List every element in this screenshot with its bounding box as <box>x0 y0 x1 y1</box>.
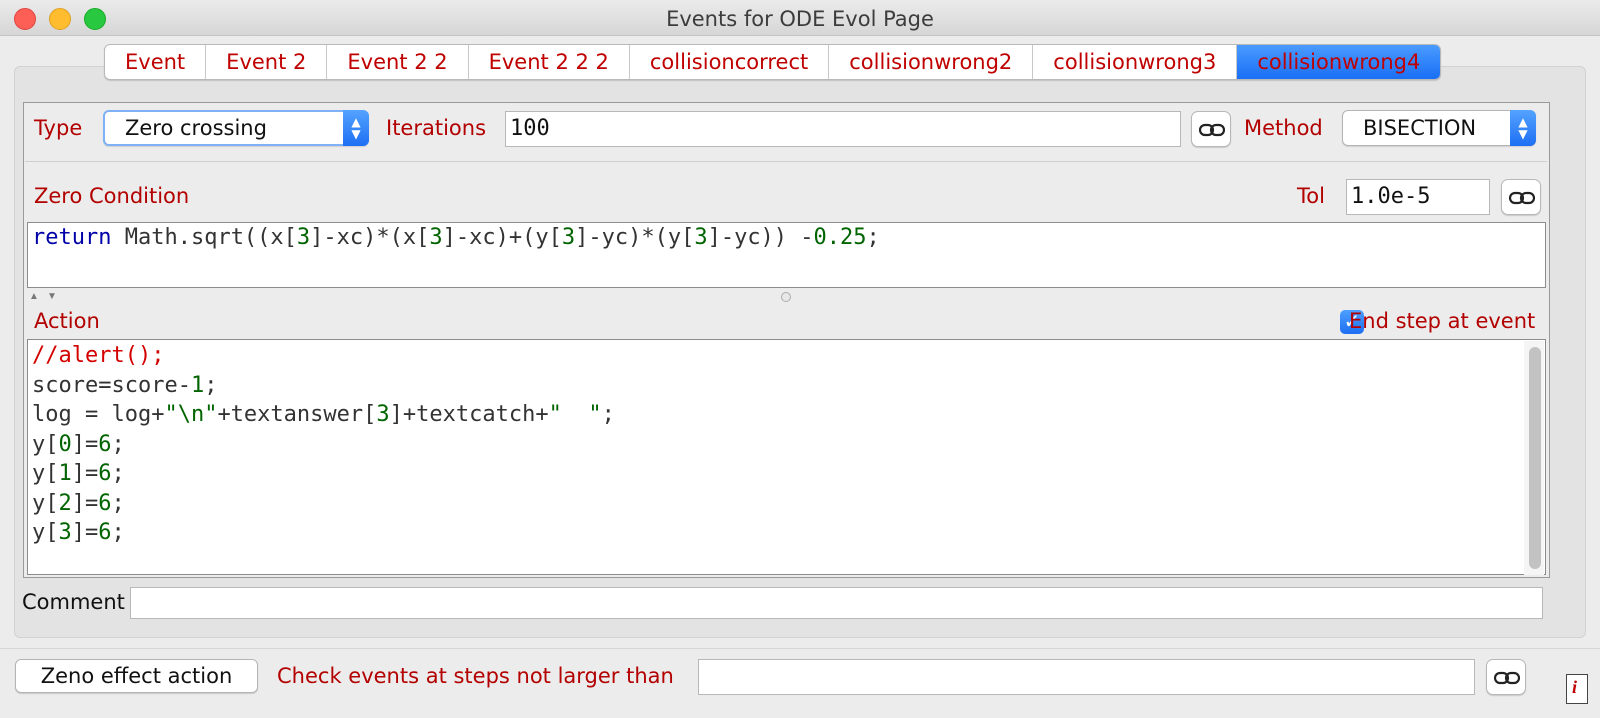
collapse-up-icon[interactable]: ▲ <box>29 291 39 302</box>
comment-input[interactable] <box>130 587 1543 619</box>
tab-collisioncorrect[interactable]: collisioncorrect <box>630 45 830 79</box>
code-line: y[2]=6; <box>32 490 125 516</box>
tab-event[interactable]: Event <box>105 45 207 79</box>
updown-chevron-icon: ▲ ▼ <box>343 110 369 146</box>
tab-collisionwrong3[interactable]: collisionwrong3 <box>1033 45 1238 79</box>
code-line: log = log+"\n"+textanswer[3]+textcatch+"… <box>32 402 615 427</box>
updown-chevron-icon: ▲ ▼ <box>1510 110 1536 146</box>
event-tabs: Event Event 2 Event 2 2 Event 2 2 2 coll… <box>104 44 1442 80</box>
code-line: //alert(); <box>32 343 165 368</box>
tab-collisionwrong4[interactable]: collisionwrong4 <box>1237 45 1441 79</box>
type-label: Type <box>34 116 83 140</box>
iterations-label: Iterations <box>386 116 487 140</box>
iterations-input[interactable]: 100 <box>505 111 1181 147</box>
code-line: return Math.sqrt((x[3]-xc)*(x[3]-xc)+(y[… <box>32 225 880 250</box>
code-lines: //alert(); score=score-1; log = log+"\n"+t… <box>28 341 1545 548</box>
tol-label: Tol <box>1297 184 1325 208</box>
code-line: score=score-1; <box>32 372 218 398</box>
window-title: Events for ODE Evol Page <box>666 7 934 31</box>
method-select-value: BISECTION <box>1363 116 1477 140</box>
tab-collisionwrong2[interactable]: collisionwrong2 <box>829 45 1034 79</box>
zero-condition-editor[interactable]: return Math.sqrt((x[3]-xc)*(x[3]-xc)+(y[… <box>27 222 1546 288</box>
code-line: y[0]=6; <box>32 431 125 457</box>
tab-event-2-2[interactable]: Event 2 2 <box>327 45 469 79</box>
zero-condition-label: Zero Condition <box>34 184 190 208</box>
end-step-label: End step at event <box>1349 309 1536 333</box>
action-label: Action <box>34 309 100 333</box>
divider <box>25 161 1547 162</box>
drag-handle-icon[interactable] <box>781 292 791 302</box>
code-line: y[3]=6; <box>32 520 125 545</box>
method-label: Method <box>1244 116 1323 140</box>
title-bar: Events for ODE Evol Page <box>0 0 1600 36</box>
tab-event-2[interactable]: Event 2 <box>206 45 328 79</box>
collapse-down-icon[interactable]: ▼ <box>47 291 57 302</box>
link-chain-icon <box>1199 123 1225 137</box>
link-chain-icon <box>1509 191 1535 205</box>
comment-label: Comment <box>22 590 125 614</box>
action-editor[interactable]: //alert(); score=score-1; log = log+"\n"+t… <box>27 339 1546 575</box>
check-steps-link-button[interactable] <box>1486 659 1526 695</box>
check-steps-input[interactable] <box>698 659 1475 695</box>
link-chain-icon <box>1494 671 1520 685</box>
splitter-handle[interactable]: ▲ ▼ <box>27 289 1547 305</box>
info-icon[interactable]: i <box>1566 674 1588 704</box>
zeno-effect-button[interactable]: Zeno effect action <box>15 659 258 693</box>
tol-input[interactable]: 1.0e-5 <box>1346 179 1490 215</box>
scrollbar-thumb[interactable] <box>1529 347 1541 569</box>
iterations-link-button[interactable] <box>1191 111 1231 147</box>
method-select[interactable]: BISECTION ▲ ▼ <box>1342 110 1536 146</box>
type-select[interactable]: Zero crossing ▲ ▼ <box>103 110 369 146</box>
code-line: y[1]=6; <box>32 461 125 486</box>
tab-event-2-2-2[interactable]: Event 2 2 2 <box>469 45 630 79</box>
tol-link-button[interactable] <box>1501 179 1541 215</box>
check-steps-label: Check events at steps not larger than <box>277 664 674 688</box>
type-select-value: Zero crossing <box>125 116 267 140</box>
